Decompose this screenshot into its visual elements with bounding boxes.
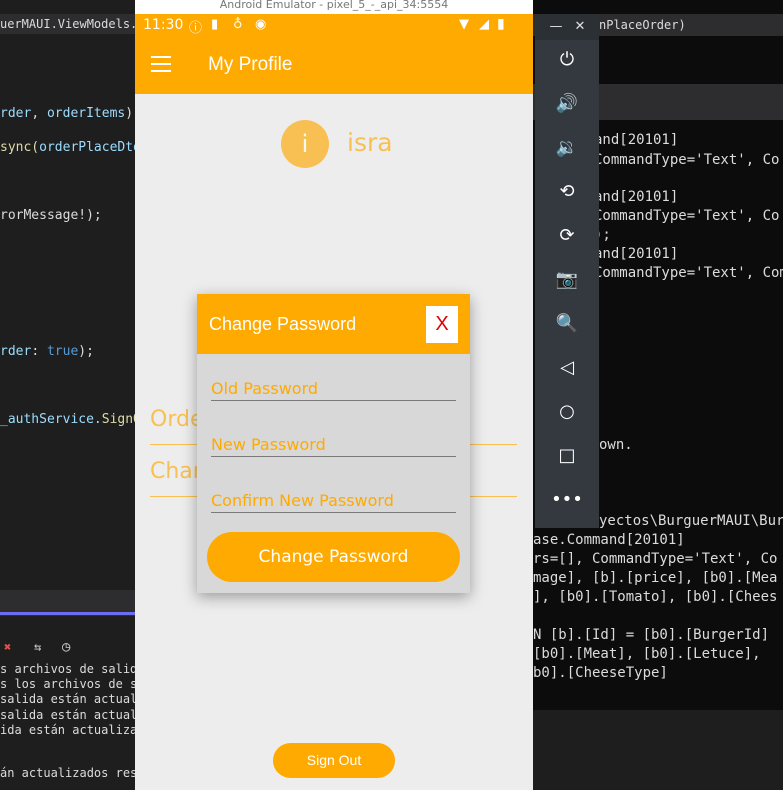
sd-card-icon: ▮ <box>211 17 219 32</box>
terminal-line: [b0].[Meat], [b0].[Letuce], <box>533 646 761 662</box>
sign-out-button[interactable]: Sign Out <box>273 743 395 778</box>
terminal-line: and[20101] <box>594 189 679 205</box>
wifi-icon: ▼ <box>459 17 469 32</box>
status-time: 11:30 <box>143 17 184 33</box>
hamburger-menu-icon[interactable] <box>151 56 173 74</box>
info-icon: ⓘ <box>189 21 203 36</box>
old-password-field <box>211 376 456 402</box>
ide-code-editor: uerMAUI.ViewModels.Car rder, orderItems)… <box>0 0 135 590</box>
battery-icon: ▮ <box>497 16 505 32</box>
mic-icon: ♁ <box>233 17 243 32</box>
old-password-input[interactable] <box>211 376 456 401</box>
terminal-line: own. <box>599 437 633 453</box>
more-icon[interactable]: ••• <box>549 486 585 514</box>
dialog-header: Change Password X <box>197 294 470 354</box>
output-line: salida están actual <box>0 692 135 706</box>
power-icon[interactable]: ⏻ <box>549 46 585 74</box>
settings-icon: ◉ <box>255 17 267 32</box>
clear-icon[interactable]: ✖ <box>4 640 11 654</box>
page-title: My Profile <box>208 54 293 75</box>
terminal-line: CommandType='Text', Com <box>594 265 783 281</box>
terminal-bottom-pane <box>533 710 783 790</box>
terminal-line: CommandType='Text', Co <box>594 152 780 168</box>
ide-output-panel: ✖ ⇆ ◷ s archivos de salida s los archivo… <box>0 616 135 790</box>
wrap-icon[interactable]: ⇆ <box>34 640 41 654</box>
confirm-password-input[interactable] <box>211 488 456 513</box>
code-line: rder, orderItems); <box>0 106 135 121</box>
terminal-line: ase.Command[20101] <box>533 532 685 548</box>
output-line: án actualizados resp <box>0 766 135 780</box>
terminal-line: ], [b0].[Tomato], [b0].[Chees <box>533 589 778 605</box>
signal-icon: ◢ <box>479 17 489 32</box>
terminal-line: and[20101] <box>594 132 679 148</box>
home-icon[interactable]: ○ <box>549 398 585 426</box>
emulator-toolbar: — ✕ ⏻ 🔊 🔉 ⟲ ⟳ 📷 🔍 ◁ ○ □ ••• <box>535 14 599 528</box>
volume-up-icon[interactable]: 🔊 <box>549 90 585 118</box>
volume-down-icon[interactable]: 🔉 <box>549 134 585 162</box>
close-icon[interactable]: ✕ <box>569 14 591 40</box>
terminal-line: CommandType='Text', Co <box>594 208 780 224</box>
camera-icon[interactable]: 📷 <box>549 266 585 294</box>
app-bar: My Profile <box>135 38 533 94</box>
ide-pane-separator <box>0 590 135 616</box>
output-line: s archivos de salida <box>0 662 135 676</box>
terminal-line: b0].[CheeseType] <box>533 665 668 681</box>
emulator-window-title: Android Emulator - pixel_5_-_api_34:5554 <box>135 0 533 14</box>
terminal-line: and[20101] <box>594 246 679 262</box>
change-password-button[interactable]: Change Password <box>207 532 460 582</box>
confirm-password-field <box>211 488 456 514</box>
new-password-field <box>211 432 456 458</box>
code-line: _authService.SignOu <box>0 412 135 427</box>
output-line: salida están actual <box>0 708 135 722</box>
change-password-dialog: Change Password X Change Password <box>197 294 470 593</box>
clock-icon[interactable]: ◷ <box>62 639 70 655</box>
output-line: ida están actualizado <box>0 723 135 737</box>
overview-icon[interactable]: □ <box>549 442 585 470</box>
terminal-line: N [b].[Id] = [b0].[BurgerId] <box>533 627 770 643</box>
new-password-input[interactable] <box>211 432 456 457</box>
close-button[interactable]: X <box>426 306 458 343</box>
back-icon[interactable]: ◁ <box>549 354 585 382</box>
status-bar: 11:30 ⓘ ▮ ♁ ◉ ▼ ◢ ▮ <box>135 14 533 38</box>
rotate-right-icon[interactable]: ⟳ <box>549 222 585 250</box>
terminal-line: mage], [b].[price], [b0].[Mea <box>533 570 778 586</box>
rotate-left-icon[interactable]: ⟲ <box>549 178 585 206</box>
code-line: rder: true); <box>0 344 94 359</box>
ide-tab-title[interactable]: uerMAUI.ViewModels.Car <box>0 14 135 34</box>
terminal-line: rs=[], CommandType='Text', Co <box>533 551 778 567</box>
terminal-line: yectos\BurguerMAUI\Bur <box>599 513 783 529</box>
emulator-toolbar-header: — ✕ <box>535 14 599 40</box>
minimize-icon[interactable]: — <box>545 14 567 40</box>
zoom-icon[interactable]: 🔍 <box>549 310 585 338</box>
dialog-title: Change Password <box>209 314 357 334</box>
output-line: s los archivos de sa <box>0 677 135 691</box>
output-toolbar: ✖ ⇆ ◷ <box>0 638 135 660</box>
code-line: rorMessage!); <box>0 208 102 223</box>
code-line: sync(orderPlaceDto <box>0 140 135 155</box>
